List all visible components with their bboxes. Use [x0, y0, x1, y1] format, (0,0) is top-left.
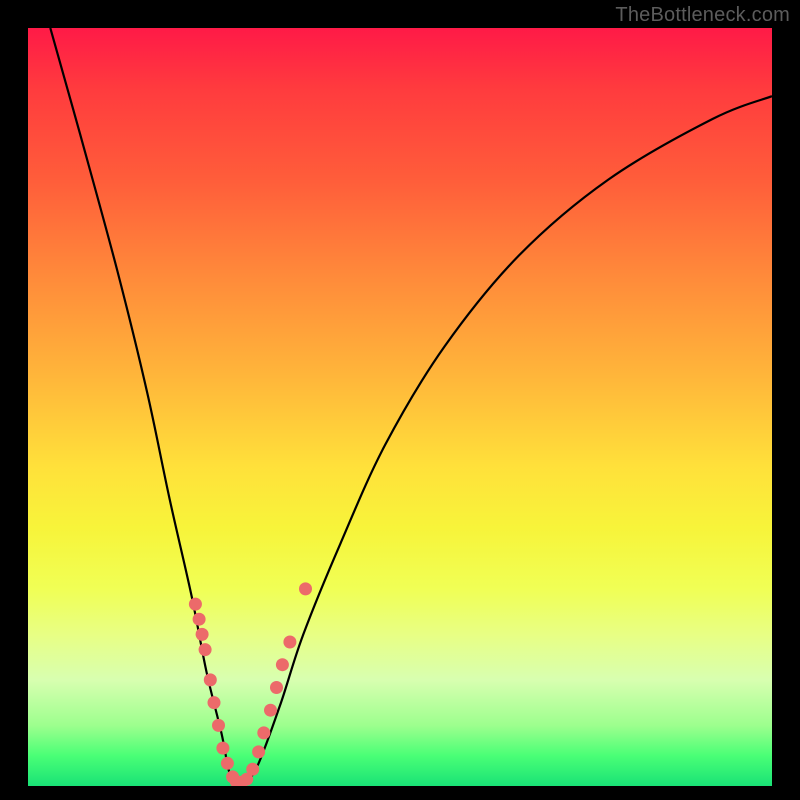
data-marker [208, 696, 221, 709]
data-marker [299, 582, 312, 595]
data-marker [270, 681, 283, 694]
data-marker [276, 658, 289, 671]
data-marker [252, 745, 265, 758]
data-marker [196, 628, 209, 641]
data-marker [221, 757, 234, 770]
chart-frame: TheBottleneck.com [0, 0, 800, 800]
bottleneck-curve [50, 28, 772, 786]
data-marker [199, 643, 212, 656]
data-marker [189, 598, 202, 611]
data-marker [193, 613, 206, 626]
data-marker [246, 763, 259, 776]
data-marker [257, 726, 270, 739]
data-marker [264, 704, 277, 717]
data-marker [212, 719, 225, 732]
chart-plot-area [28, 28, 772, 786]
chart-svg [28, 28, 772, 786]
watermark-text: TheBottleneck.com [615, 4, 790, 27]
data-marker [283, 636, 296, 649]
data-markers [189, 582, 312, 786]
data-marker [216, 742, 229, 755]
data-marker [204, 673, 217, 686]
